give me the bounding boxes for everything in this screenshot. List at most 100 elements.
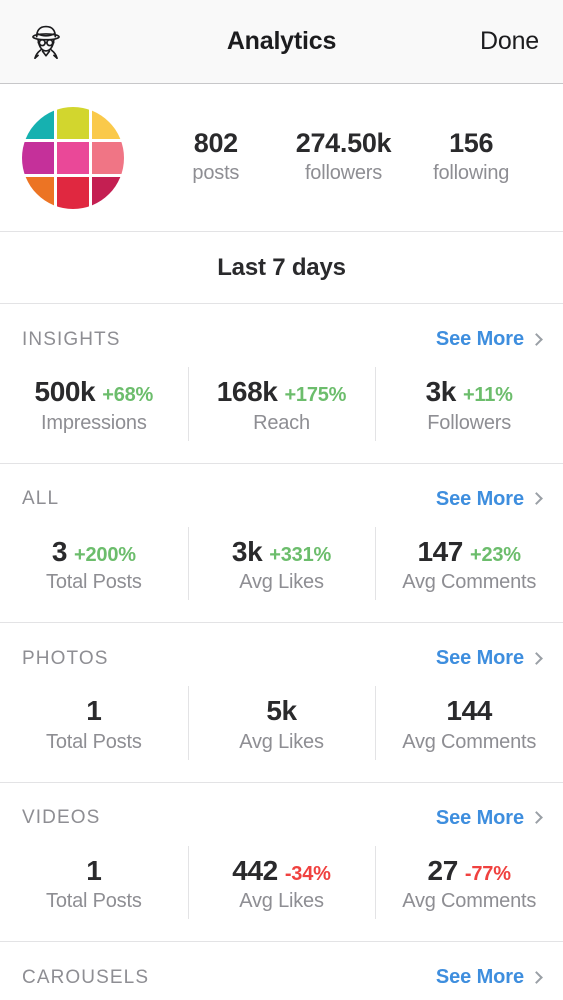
metric-delta-badge: -34% (284, 862, 331, 885)
posts-count: 802 (193, 128, 238, 159)
metric-delta-badge: +11% (462, 384, 513, 406)
metric-cell[interactable]: 3k +11% Followers (375, 367, 563, 441)
profile-stats: 802 posts 274.50k followers 156 followin… (152, 128, 541, 187)
metrics-row-all: 3 +200% Total Posts 3k +331% Avg Likes 147 +23%… (0, 526, 563, 600)
profile-stat-followers[interactable]: 274.50k followers (280, 128, 408, 187)
see-more-videos[interactable]: See More (435, 806, 543, 830)
metric-delta-badge: +331% (269, 543, 332, 566)
metric-value: 5k (266, 695, 297, 727)
page-title: Analytics (226, 27, 337, 55)
section-all: ALL See More 3 +200% Total Posts 3k +331% Avg L… (0, 464, 563, 624)
section-header-videos: VIDEOS See More (0, 807, 563, 830)
following-label: following (433, 161, 510, 184)
see-more-label: See More (435, 487, 524, 510)
profile-stat-following[interactable]: 156 following (407, 128, 535, 187)
metric-value-row: 147 +23% (379, 535, 559, 569)
metric-value: 147 (417, 535, 463, 567)
incognito-icon[interactable] (22, 18, 70, 66)
see-more-insights[interactable]: See More (435, 328, 543, 351)
section-title-all: ALL (22, 488, 60, 510)
section-title-carousels: CAROUSELS (22, 966, 150, 988)
metric-value-row: 3 +200% (4, 535, 184, 569)
metric-cell[interactable]: 27 -77% Avg Comments (375, 845, 563, 919)
avatar-tile-1 (22, 106, 54, 139)
see-more-carousels[interactable]: See More (435, 966, 543, 989)
see-more-all[interactable]: See More (435, 487, 543, 511)
metric-value-row: 500k +68% (4, 375, 184, 409)
see-more-photos[interactable]: See More (436, 647, 543, 670)
avatar-tile-4 (22, 141, 54, 174)
metric-cell[interactable]: 144 Avg Comments (375, 686, 563, 760)
metric-caption: Avg Likes (239, 571, 324, 594)
metric-value: 1 (86, 695, 102, 727)
period-header[interactable]: Last 7 days (0, 232, 563, 304)
metric-caption: Total Posts (46, 730, 142, 753)
avatar-tile-3 (92, 106, 124, 139)
metric-value-row: 3k +331% (192, 535, 372, 569)
section-header-insights: INSIGHTS See More (0, 328, 563, 351)
metric-value: 442 (232, 854, 278, 886)
period-label: Last 7 days (217, 253, 346, 281)
metric-delta-badge: -77% (464, 862, 511, 885)
section-photos: PHOTOS See More 1 Total Posts 5k Avg Likes 144… (0, 623, 563, 783)
metric-value-row: 144 (379, 694, 559, 728)
chevron-right-icon (530, 492, 543, 505)
analytics-screen: Analytics Done 802 posts 274.50k followe… (0, 0, 563, 1000)
metric-caption: Avg Likes (239, 730, 324, 753)
avatar-tile-5 (57, 141, 89, 174)
metric-caption: Total Posts (46, 571, 142, 594)
metric-value: 500k (34, 376, 96, 407)
avatar-tile-2 (57, 106, 89, 139)
chevron-right-icon (530, 651, 543, 665)
metric-cell[interactable]: 3k +331% Avg Likes (187, 526, 376, 600)
metric-caption: Avg Comments (402, 890, 537, 913)
metrics-row-photos: 1 Total Posts 5k Avg Likes 144 Avg Comments (0, 686, 563, 760)
profile-summary: 802 posts 274.50k followers 156 followin… (0, 84, 563, 232)
metric-value-row: 1 (4, 854, 184, 888)
section-title-photos: PHOTOS (22, 647, 109, 669)
metric-value: 3k (231, 535, 263, 567)
chevron-right-icon (530, 971, 543, 984)
metric-cell[interactable]: 1 Total Posts (0, 850, 188, 916)
metric-cell[interactable]: 5k Avg Likes (187, 686, 376, 760)
metrics-row-insights: 500k +68% Impressions 168k +175% Reach 3k +11% F… (0, 367, 563, 441)
avatar-tile-6 (92, 141, 124, 174)
done-button[interactable]: Done (480, 27, 543, 56)
chevron-right-icon (530, 811, 543, 825)
section-videos: VIDEOS See More 1 Total Posts 442 -34% Avg Lik… (0, 783, 563, 943)
metric-delta-badge: +175% (284, 384, 347, 406)
profile-avatar[interactable] (22, 106, 124, 209)
sections-container: INSIGHTS See More 500k +68% Impressions 168k +… (0, 304, 563, 989)
metric-value-row: 27 -77% (379, 854, 559, 888)
section-header-photos: PHOTOS See More (0, 647, 563, 670)
posts-label: posts (192, 161, 240, 184)
metric-caption: Avg Likes (239, 890, 324, 913)
metric-delta-badge: +200% (74, 543, 136, 566)
metric-cell[interactable]: 168k +175% Reach (187, 367, 376, 441)
see-more-label: See More (435, 806, 524, 829)
metric-caption: Total Posts (46, 890, 142, 913)
metric-cell[interactable]: 1 Total Posts (0, 690, 188, 756)
avatar-tile-8 (57, 176, 89, 209)
metric-value-row: 3k +11% (379, 375, 559, 409)
metric-value: 1 (86, 854, 102, 886)
section-title-videos: VIDEOS (22, 807, 101, 829)
see-more-label: See More (435, 328, 524, 350)
metric-cell[interactable]: 3 +200% Total Posts (0, 531, 188, 597)
chevron-right-icon (530, 332, 543, 346)
metric-cell[interactable]: 500k +68% Impressions (0, 371, 188, 437)
following-count: 156 (449, 128, 494, 159)
see-more-label: See More (435, 966, 524, 989)
metric-value: 3 (51, 535, 68, 567)
metric-value: 3k (425, 376, 457, 407)
metric-cell[interactable]: 442 -34% Avg Likes (187, 845, 376, 919)
metric-cell[interactable]: 147 +23% Avg Comments (375, 526, 563, 600)
avatar-tile-9 (92, 176, 124, 209)
metric-value: 168k (216, 376, 278, 407)
profile-stat-posts[interactable]: 802 posts (152, 128, 280, 187)
section-header-all: ALL See More (0, 488, 563, 511)
metric-caption: Avg Comments (402, 571, 537, 594)
metric-value-row: 1 (4, 694, 184, 728)
navigation-bar: Analytics Done (0, 0, 563, 84)
metric-caption: Impressions (41, 411, 147, 434)
